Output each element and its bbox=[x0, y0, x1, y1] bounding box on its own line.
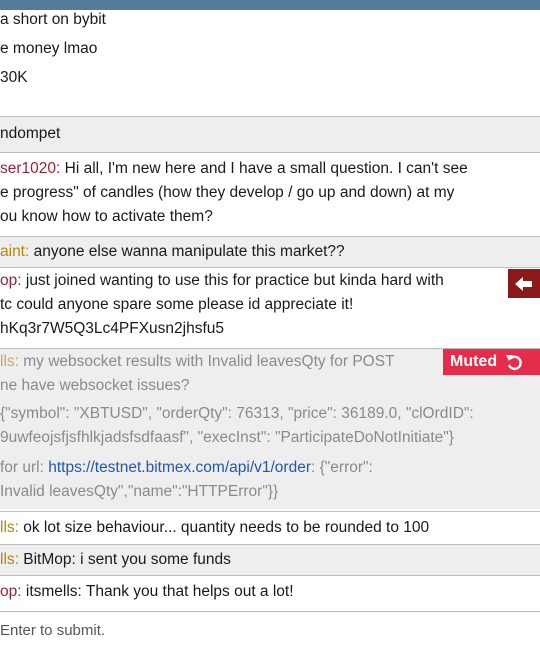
message-line: hKq3r7W5Q3Lc4PFXusn2jhsfu5 bbox=[0, 320, 225, 337]
message-line: ne have websocket issues? bbox=[0, 377, 190, 394]
message-line: a short on bybit bbox=[0, 11, 106, 28]
message-line: {"symbol": "XBTUSD", "orderQty": 76313, … bbox=[0, 405, 474, 422]
message-text: for url: bbox=[0, 459, 49, 476]
message-text: ok lot size behaviour... quantity needs … bbox=[18, 519, 430, 536]
username[interactable]: op: bbox=[0, 583, 22, 600]
chat-message: aint: anyone else wanna manipulate this … bbox=[0, 237, 540, 267]
username[interactable]: aint: bbox=[0, 243, 29, 260]
chat-message: lls: ok lot size behaviour... quantity n… bbox=[0, 512, 540, 544]
message-line: 9uwfeojsfjsfhlkjadsfsdfaasf", "execInst"… bbox=[0, 429, 454, 446]
message-text: : {"error": bbox=[311, 459, 373, 476]
message-line: Invalid leavesQty","name":"HTTPError"}} bbox=[0, 483, 279, 500]
divider bbox=[0, 267, 540, 268]
message-line: e money lmao bbox=[0, 40, 98, 57]
divider bbox=[0, 152, 540, 153]
chat-message: lls: BitMop: i sent you some funds bbox=[0, 545, 540, 575]
message-line: tc could anyone spare some please id app… bbox=[0, 296, 354, 313]
input-hint: Enter to submit. bbox=[0, 622, 106, 639]
muted-label: Muted bbox=[450, 353, 498, 370]
url-link[interactable]: https://testnet.bitmex.com/api/v1/order bbox=[48, 459, 311, 476]
message-line: 30K bbox=[0, 69, 28, 86]
arrow-left-icon bbox=[515, 276, 532, 291]
muted-badge[interactable]: Muted bbox=[443, 349, 540, 375]
username[interactable]: op: bbox=[0, 272, 22, 289]
message-text: Hi all, I'm new here and I have a small … bbox=[60, 160, 468, 177]
top-bar bbox=[0, 0, 540, 10]
message-text: ndompet bbox=[0, 125, 61, 142]
chat-input[interactable]: Enter to submit. bbox=[0, 611, 540, 650]
message-text: BitMop: i sent you some funds bbox=[18, 551, 231, 568]
chat-message: op: just joined wanting to use this for … bbox=[0, 269, 540, 347]
kick-button[interactable] bbox=[508, 269, 540, 298]
message-line: e progress" of candles (how they develop… bbox=[0, 184, 455, 201]
chat-log[interactable]: a short on bybit e money lmao 30K ndompe… bbox=[0, 10, 540, 611]
message-text: my websocket results with Invalid leaves… bbox=[18, 353, 395, 370]
undo-icon bbox=[506, 355, 522, 371]
chat-message: ser1020: Hi all, I'm new here and I have… bbox=[0, 157, 540, 235]
chat-message: ndompet bbox=[0, 117, 540, 152]
username[interactable]: lls: bbox=[0, 519, 19, 536]
username[interactable]: lls: bbox=[0, 353, 19, 370]
chat-message: a short on bybit e money lmao 30K bbox=[0, 10, 540, 98]
message-line: ou know how to activate them? bbox=[0, 208, 213, 225]
message-text: anyone else wanna manipulate this market… bbox=[29, 243, 345, 260]
message-text: itsmells: Thank you that helps out a lot… bbox=[21, 583, 294, 600]
chat-message: op: itsmells: Thank you that helps out a… bbox=[0, 576, 540, 610]
username[interactable]: lls: bbox=[0, 551, 19, 568]
message-text: just joined wanting to use this for prac… bbox=[21, 272, 444, 289]
username[interactable]: ser1020: bbox=[0, 160, 60, 177]
chat-message: lls: my websocket results with Invalid l… bbox=[0, 349, 540, 509]
